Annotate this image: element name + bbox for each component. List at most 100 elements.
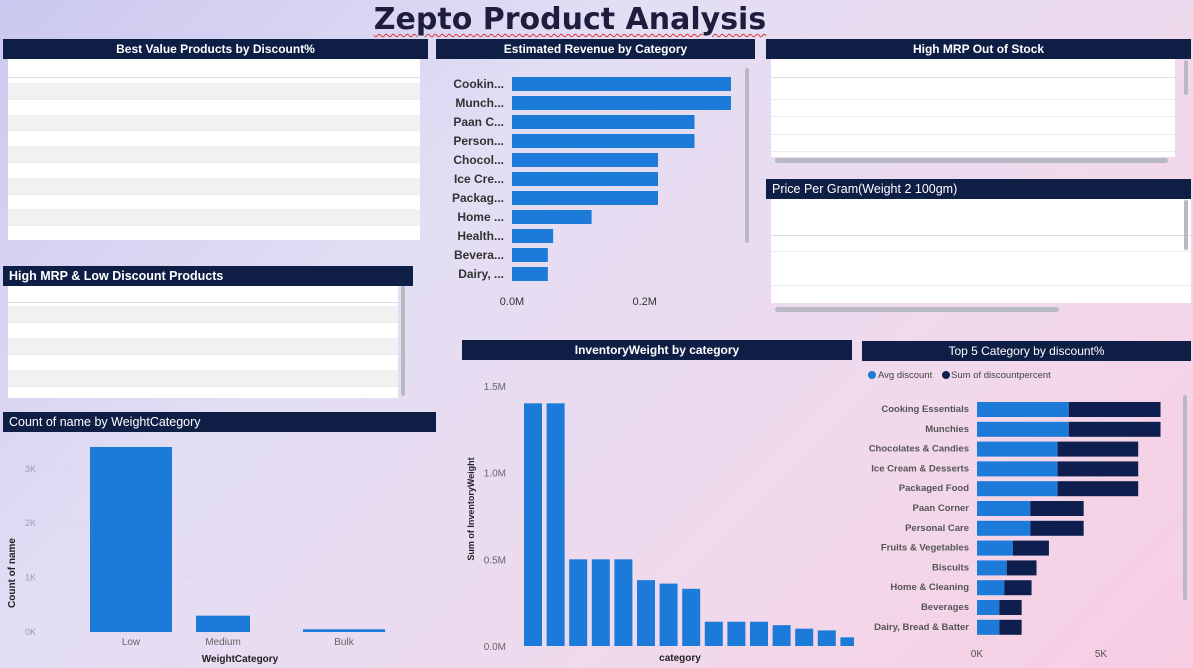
revenue-header: Estimated Revenue by Category: [436, 39, 755, 59]
category-label: Fruits & Vegetables: [881, 543, 969, 554]
bar-segment: [1012, 540, 1049, 556]
table-row: [771, 81, 1175, 100]
category-label: Dairy, ...: [458, 267, 504, 281]
bar-segment: [1057, 461, 1139, 477]
table-row: [8, 162, 420, 179]
bar-segment: [1057, 481, 1139, 497]
out-of-stock-header: High MRP Out of Stock: [766, 39, 1191, 59]
bar-segment: [977, 461, 1058, 477]
tick-label: 0.2M: [632, 296, 656, 308]
category-label: Home ...: [457, 210, 504, 224]
table-row: [8, 114, 420, 132]
category-label: Bevera...: [454, 248, 504, 262]
bar: [524, 403, 542, 646]
price-per-gram-table: [771, 199, 1191, 303]
tick-label: 0.5M: [484, 555, 506, 566]
table-header-row: [771, 199, 1191, 236]
bar-segment: [1068, 402, 1161, 417]
bar-segment: [1057, 441, 1139, 457]
high-mrp-low-discount-header: High MRP & Low Discount Products: [3, 266, 413, 286]
bar: [682, 588, 701, 646]
bar: [750, 621, 768, 646]
table-scrollbar[interactable]: [775, 158, 1168, 163]
bar: [840, 637, 854, 646]
bar: [303, 629, 385, 632]
bar-segment: [977, 402, 1069, 417]
legend-label: Sum of discountpercent: [951, 370, 1051, 381]
inventory-header: InventoryWeight by category: [462, 340, 852, 360]
bar-segment: [1030, 501, 1084, 516]
bar: [659, 583, 678, 646]
tick-label: 0K: [971, 649, 984, 660]
tick-label: 0.0M: [500, 296, 524, 308]
legend-label: Avg discount: [878, 370, 933, 381]
bar-segment: [977, 501, 1031, 516]
chart-scrollbar[interactable]: [745, 68, 749, 243]
count-weight-chart: 0K 1K 2K 3K Low Medium Bulk WeightCategory Count…: [7, 447, 420, 665]
table-row: [8, 99, 420, 116]
bar-segment: [999, 600, 1022, 615]
table-row: [8, 386, 398, 398]
table-row: [771, 251, 1191, 286]
inventory-chart: 0.0M 0.5M 1.0M 1.5M category Sum of Inventory…: [466, 382, 854, 664]
tick-label: 1.5M: [484, 382, 506, 393]
tick-label: 3K: [25, 464, 36, 474]
category-label: Ice Cream & Desserts: [871, 463, 969, 474]
tick-label: 0.0M: [484, 642, 506, 653]
bar-segment: [1030, 520, 1084, 536]
table-row: [771, 134, 1175, 152]
category-label: Biscuits: [932, 562, 969, 573]
category-label: Munch...: [455, 96, 504, 110]
table-row: [771, 285, 1191, 303]
category-label: Ice Cre...: [454, 172, 504, 186]
category-label: Beverages: [921, 602, 969, 613]
table-row: [771, 235, 1191, 252]
table-row: [8, 306, 398, 323]
y-axis-title: Sum of InventoryWeight: [466, 457, 476, 560]
category-label: Bulk: [334, 637, 354, 648]
top5-header: Top 5 Category by discount%: [862, 341, 1191, 361]
category-label: Cookin...: [453, 77, 504, 91]
bar-segment: [977, 619, 1000, 635]
table-scrollbar[interactable]: [1184, 60, 1188, 95]
table-row: [8, 338, 398, 355]
bar: [727, 621, 746, 646]
best-value-table: [8, 59, 420, 240]
table-header-row: [8, 286, 398, 303]
legend-marker: [942, 371, 950, 379]
bar-segment: [977, 441, 1058, 457]
category-label: Cooking Essentials: [881, 404, 969, 415]
out-of-stock-table: [771, 59, 1175, 157]
table-row: [8, 370, 398, 387]
table-scrollbar[interactable]: [775, 307, 1059, 312]
bar: [90, 447, 172, 632]
table-scrollbar[interactable]: [1184, 200, 1188, 250]
category-label: Packag...: [452, 191, 504, 205]
bar-segment: [977, 580, 1005, 596]
table-scrollbar[interactable]: [401, 286, 405, 396]
tick-label: 1K: [25, 573, 36, 583]
tick-label: 1.0M: [484, 469, 506, 480]
bar: [614, 559, 633, 646]
table-row: [8, 354, 398, 371]
table-row: [8, 83, 420, 100]
table-row: [8, 209, 420, 227]
bar: [569, 559, 588, 646]
bar-segment: [999, 619, 1022, 635]
bar-segment: [977, 600, 1000, 615]
bar-segment: [977, 481, 1058, 497]
legend-marker: [868, 371, 876, 379]
table-row: [771, 116, 1175, 135]
chart-scrollbar[interactable]: [1183, 395, 1187, 600]
table-row: [8, 322, 398, 339]
category-label: Person...: [453, 134, 504, 148]
category-label: Medium: [205, 637, 241, 648]
top5-chart: Avg discount Sum of discountpercent Cookin…: [868, 370, 1161, 660]
bar: [512, 153, 658, 167]
best-value-header: Best Value Products by Discount%: [3, 39, 428, 59]
category-label: Low: [122, 637, 141, 648]
bar: [591, 559, 610, 646]
bar: [512, 172, 658, 186]
category-label: Munchies: [925, 424, 969, 435]
bar: [512, 210, 592, 224]
